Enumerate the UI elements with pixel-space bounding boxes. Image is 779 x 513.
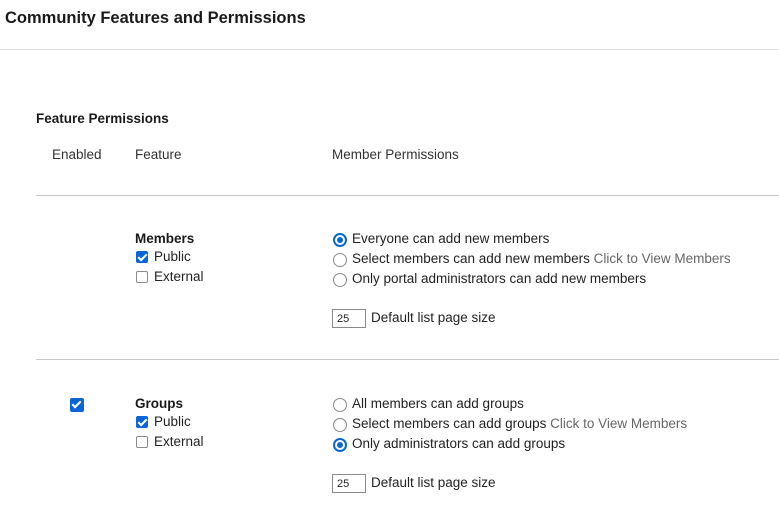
members-external-label: External [154, 269, 204, 284]
groups-external-checkbox[interactable] [136, 436, 148, 448]
title-divider [0, 49, 779, 50]
members-view-members-link[interactable]: Click to View Members [594, 251, 731, 266]
groups-option-select-text: Select members can add groups Click to V… [352, 416, 687, 431]
groups-view-members-link[interactable]: Click to View Members [550, 416, 687, 431]
groups-option-admins-label: Only administrators can add groups [352, 436, 566, 451]
column-header-enabled: Enabled [52, 147, 102, 162]
column-header-permissions: Member Permissions [332, 147, 459, 162]
groups-option-select-radio[interactable] [333, 418, 347, 432]
row-divider [36, 359, 779, 360]
groups-enabled-checkbox[interactable] [70, 398, 84, 412]
feature-name-groups: Groups [135, 396, 184, 411]
page-title: Community Features and Permissions [5, 9, 306, 27]
members-page-size-label: Default list page size [371, 310, 496, 325]
section-title: Feature Permissions [36, 111, 169, 126]
members-option-select-radio[interactable] [333, 253, 347, 267]
members-option-admins-label: Only portal administrators can add new m… [352, 271, 647, 286]
groups-option-all-label: All members can add groups [352, 396, 524, 411]
members-option-everyone-radio[interactable] [333, 233, 347, 247]
members-public-checkbox[interactable] [136, 251, 148, 263]
header-divider [36, 195, 779, 196]
column-header-feature: Feature [135, 147, 182, 162]
members-page-size-input[interactable] [332, 309, 366, 328]
groups-option-admins-radio[interactable] [333, 438, 347, 452]
members-option-select-text: Select members can add new members Click… [352, 251, 731, 266]
members-option-admins-radio[interactable] [333, 273, 347, 287]
groups-option-select-label: Select members can add groups [352, 416, 547, 431]
groups-public-label: Public [154, 414, 191, 429]
members-external-checkbox[interactable] [136, 271, 148, 283]
groups-page-size-input[interactable] [332, 474, 366, 493]
feature-name-members: Members [135, 231, 195, 246]
members-public-label: Public [154, 249, 191, 264]
members-option-everyone-label: Everyone can add new members [352, 231, 550, 246]
groups-page-size-label: Default list page size [371, 475, 496, 490]
groups-option-all-radio[interactable] [333, 398, 347, 412]
groups-public-checkbox[interactable] [136, 416, 148, 428]
groups-external-label: External [154, 434, 204, 449]
members-option-select-label: Select members can add new members [352, 251, 590, 266]
